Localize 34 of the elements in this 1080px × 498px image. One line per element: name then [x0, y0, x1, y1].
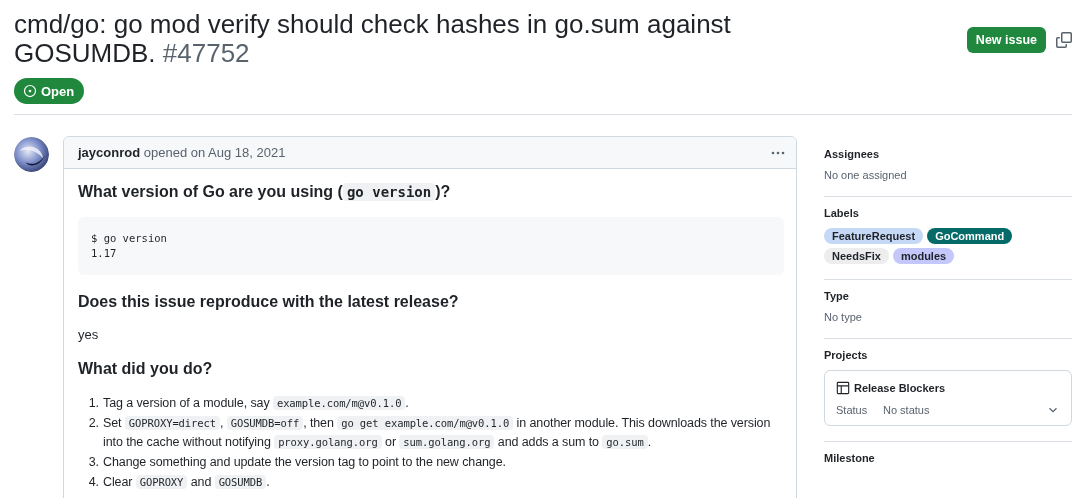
code-block: $ go version 1.17 — [78, 217, 784, 275]
list-item-text: Set GOPROXY=direct , GOSUMDB=off , then go get example.com/m@v0.1.0 in another module. This downloads the version into the cache without notifying proxy.golang.org or sum.golang.org and adds a sum to go.sum . — [103, 415, 772, 451]
sidebar-heading[interactable]: Labels — [824, 207, 1072, 219]
avatar[interactable] — [14, 137, 49, 172]
list-number: 4. — [87, 474, 100, 491]
assignees-value: No one assigned — [824, 169, 908, 181]
sidebar-heading[interactable]: Type — [824, 290, 1072, 302]
section-heading: What did you do? — [78, 359, 214, 379]
list-item-text: Tag a version of a module, say example.com/m@v0.1.0 . — [103, 395, 409, 412]
list-item-text: Change something and update the version tag to point to the new change. — [103, 454, 506, 471]
label-tag[interactable]: NeedsFix — [824, 248, 889, 264]
issue-title: cmd/go: go mod verify should check hashes in go.sum against GOSUMDB. #47752 — [14, 10, 732, 68]
label-tag[interactable]: GoCommand — [927, 228, 1013, 244]
label-tag[interactable]: FeatureRequest — [824, 228, 924, 244]
copy-icon[interactable] — [1056, 31, 1072, 48]
project-name[interactable]: Release Blockers — [854, 382, 946, 394]
list-number: 3. — [87, 454, 100, 471]
type-value: No type — [824, 311, 863, 323]
list-number: 1. — [87, 395, 100, 412]
table-icon — [836, 381, 850, 395]
section-heading: What version of Go are you using ( go version )? — [78, 182, 452, 203]
paragraph: yes — [78, 327, 100, 342]
sidebar-heading[interactable]: Projects — [824, 349, 1072, 361]
status-label: Status — [836, 404, 869, 416]
open-status-badge: Open — [14, 78, 85, 104]
section-heading: Does this issue reproduce with the latest release? — [78, 292, 460, 312]
list-item-text: Clear GOPROXY and GOSUMDB . — [103, 474, 270, 491]
sidebar-heading[interactable]: Milestone — [824, 452, 1072, 464]
sidebar-heading[interactable]: Assignees — [824, 148, 1072, 160]
status-value: No status — [883, 404, 931, 416]
label-tag[interactable]: modules — [892, 248, 955, 264]
list-number: 2. — [87, 415, 100, 432]
comment-byline: jayconrod opened on Aug 18, 2021 — [78, 145, 286, 160]
new-issue-button[interactable]: New issue — [966, 26, 1046, 53]
